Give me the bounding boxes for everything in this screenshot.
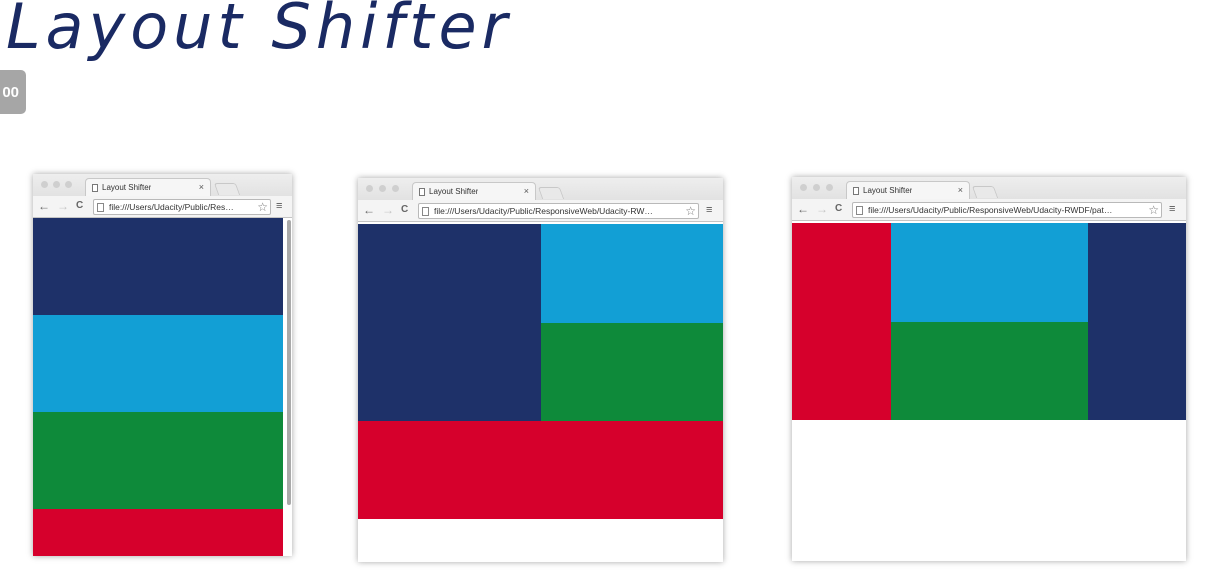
menu-icon[interactable]: ≡	[706, 204, 712, 216]
new-tab-button[interactable]	[537, 187, 565, 199]
back-arrow-icon[interactable]: ←	[797, 202, 809, 216]
box-navy	[1088, 223, 1186, 420]
browser-toolbar: ← → C file:///Users/Udacity/Public/Respo…	[358, 200, 723, 222]
window-minimize-dot[interactable]	[379, 185, 386, 192]
page-icon	[419, 187, 425, 196]
page-viewport	[33, 218, 292, 556]
timer-badge: 00	[0, 70, 26, 114]
tab-layout-shifter[interactable]: Layout Shifter ×	[846, 181, 970, 199]
url-text: file:///Users/Udacity/Public/ResponsiveW…	[868, 205, 1113, 215]
window-zoom-dot[interactable]	[392, 185, 399, 192]
menu-icon[interactable]: ≡	[1169, 203, 1175, 215]
tab-label: Layout Shifter	[863, 186, 913, 195]
url-text: file:///Users/Udacity/Public/Res…	[109, 202, 234, 212]
reload-icon[interactable]: C	[76, 199, 83, 213]
window-close-dot[interactable]	[800, 184, 807, 191]
bookmark-star-icon[interactable]: ☆	[683, 204, 698, 218]
box-red	[33, 509, 283, 556]
reload-icon[interactable]: C	[401, 203, 408, 217]
slide-title: Layout Shifter	[6, 0, 513, 63]
window-minimize-dot[interactable]	[813, 184, 820, 191]
bookmark-star-icon[interactable]: ☆	[255, 200, 270, 214]
box-navy	[358, 224, 541, 421]
window-close-dot[interactable]	[41, 181, 48, 188]
reload-icon[interactable]: C	[835, 202, 842, 216]
tab-close-icon[interactable]: ×	[524, 186, 529, 196]
tab-layout-shifter[interactable]: Layout Shifter ×	[85, 178, 211, 196]
window-zoom-dot[interactable]	[65, 181, 72, 188]
new-tab-button[interactable]	[213, 183, 241, 195]
window-close-dot[interactable]	[366, 185, 373, 192]
vertical-scrollbar[interactable]	[287, 220, 291, 505]
browser-toolbar: ← → C file:///Users/Udacity/Public/Res… …	[33, 196, 292, 218]
tab-bar: Layout Shifter ×	[33, 174, 292, 196]
file-icon	[422, 206, 429, 216]
tab-bar: Layout Shifter ×	[792, 177, 1186, 199]
browser-window-medium: Layout Shifter × ← → C file:///Users/Uda…	[358, 178, 723, 562]
page-icon	[853, 186, 859, 195]
tab-bar: Layout Shifter ×	[358, 178, 723, 200]
menu-icon[interactable]: ≡	[276, 200, 282, 212]
new-tab-button[interactable]	[971, 186, 999, 198]
back-arrow-icon[interactable]: ←	[38, 199, 50, 213]
forward-arrow-icon[interactable]: →	[382, 203, 394, 217]
box-green	[541, 323, 723, 421]
window-zoom-dot[interactable]	[826, 184, 833, 191]
page-viewport	[358, 222, 723, 562]
back-arrow-icon[interactable]: ←	[363, 203, 375, 217]
address-bar[interactable]: file:///Users/Udacity/Public/ResponsiveW…	[418, 203, 699, 219]
tab-label: Layout Shifter	[102, 183, 152, 192]
box-green	[891, 322, 1088, 420]
box-sky-blue	[891, 223, 1088, 322]
tab-close-icon[interactable]: ×	[958, 185, 963, 195]
window-minimize-dot[interactable]	[53, 181, 60, 188]
tab-layout-shifter[interactable]: Layout Shifter ×	[412, 182, 536, 200]
box-sky-blue	[33, 315, 283, 412]
forward-arrow-icon[interactable]: →	[57, 199, 69, 213]
browser-window-wide: Layout Shifter × ← → C file:///Users/Uda…	[792, 177, 1186, 561]
url-text: file:///Users/Udacity/Public/ResponsiveW…	[434, 206, 653, 216]
browser-toolbar: ← → C file:///Users/Udacity/Public/Respo…	[792, 199, 1186, 221]
page-icon	[92, 183, 98, 192]
address-bar[interactable]: file:///Users/Udacity/Public/ResponsiveW…	[852, 202, 1162, 218]
tab-close-icon[interactable]: ×	[199, 182, 204, 192]
box-navy	[33, 218, 283, 315]
box-green	[33, 412, 283, 509]
page-viewport	[792, 221, 1186, 561]
forward-arrow-icon[interactable]: →	[816, 202, 828, 216]
box-red	[358, 421, 723, 519]
file-icon	[97, 202, 104, 212]
address-bar[interactable]: file:///Users/Udacity/Public/Res… ☆	[93, 199, 271, 215]
browser-window-narrow: Layout Shifter × ← → C file:///Users/Uda…	[33, 174, 292, 556]
tab-label: Layout Shifter	[429, 187, 479, 196]
bookmark-star-icon[interactable]: ☆	[1146, 203, 1161, 217]
box-red	[792, 223, 891, 420]
box-sky-blue	[541, 224, 723, 323]
file-icon	[856, 205, 863, 215]
